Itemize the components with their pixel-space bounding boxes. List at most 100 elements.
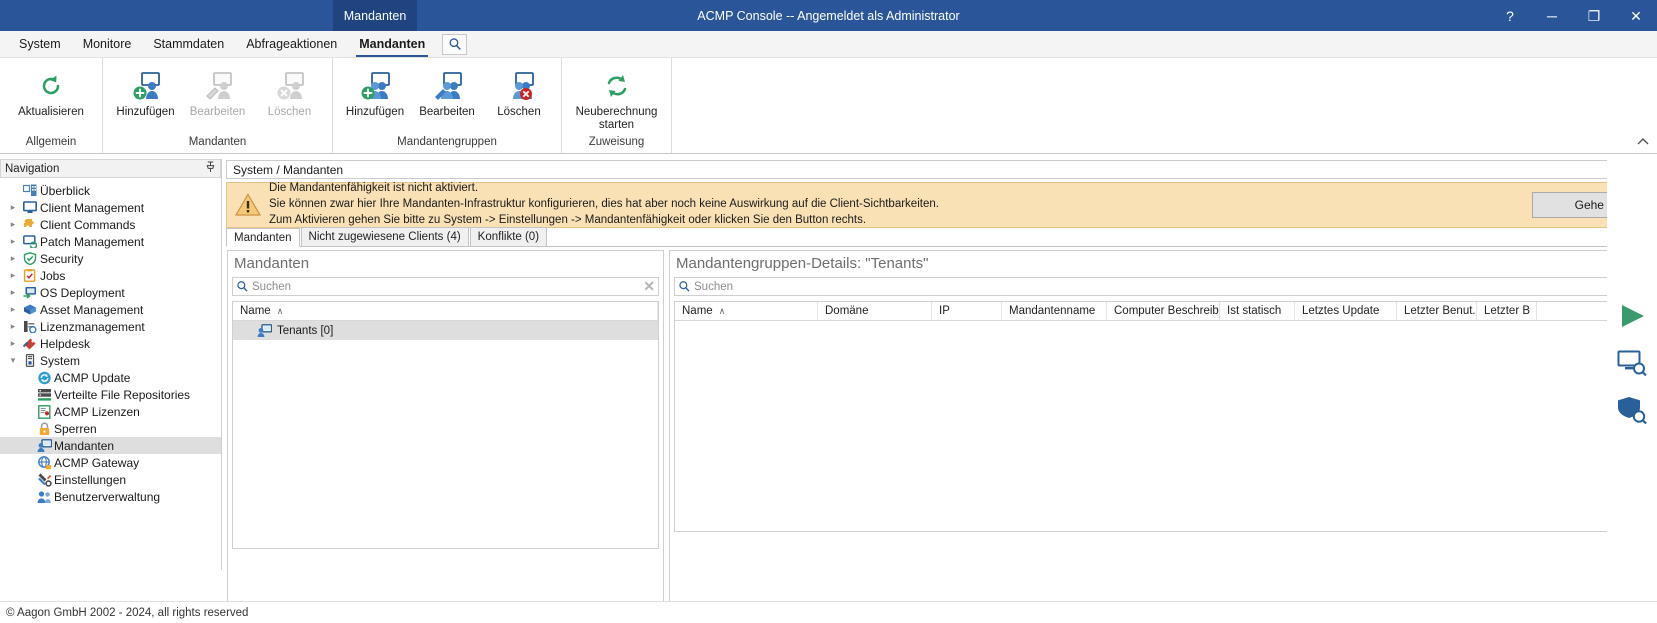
ribbon-button-aktualisieren[interactable]: Aktualisieren [15, 64, 87, 121]
nav-item-system[interactable]: ▾ System [0, 352, 221, 369]
chevron-up-icon [1637, 137, 1649, 146]
column-header-computer-beschreibung[interactable]: Computer Beschreib... [1107, 302, 1220, 320]
tab-nicht-zugewiesene-clients[interactable]: Nicht zugewiesene Clients (4) [301, 227, 469, 246]
nav-item-verteilte-file-repositories[interactable]: Verteilte File Repositories [0, 386, 221, 403]
menu-item-system[interactable]: System [8, 31, 72, 57]
nav-item-lizenzmanagement[interactable]: ▸ Lizenzmanagement [0, 318, 221, 335]
nav-item-acmp-gateway[interactable]: ACMP Gateway [0, 454, 221, 471]
mandanten-grid: Name ∧ Tenants [0] [232, 301, 659, 549]
chevron-right-icon[interactable]: ▸ [6, 321, 20, 332]
warning-line-2: Sie können zwar hier Ihre Mandanten-Infr… [269, 197, 939, 213]
navigation-tree: Überblick ▸ Client Management ▸ Client C… [0, 178, 221, 505]
side-action-toolbar [1607, 159, 1657, 570]
tab-strip: Mandanten Nicht zugewiesene Clients (4) … [226, 228, 1657, 247]
chevron-right-icon[interactable]: ▸ [6, 270, 20, 281]
nav-item-ueberblick[interactable]: Überblick [0, 182, 221, 199]
nav-label: Client Commands [40, 218, 135, 232]
ribbon-button-gruppe-bearbeiten[interactable]: Bearbeiten [411, 64, 483, 121]
nav-label: ACMP Update [54, 371, 130, 385]
column-header-name[interactable]: Name ∧ [675, 302, 818, 320]
nav-item-client-commands[interactable]: ▸ Client Commands [0, 216, 221, 233]
nav-label: Lizenzmanagement [40, 320, 145, 334]
ribbon-collapse-button[interactable] [1637, 137, 1649, 149]
table-row[interactable]: Tenants [0] [233, 321, 658, 340]
sort-ascending-icon: ∧ [719, 306, 726, 317]
client-details-button[interactable] [1614, 346, 1650, 380]
maximize-button[interactable]: ❐ [1573, 0, 1615, 31]
chevron-right-icon[interactable]: ▸ [6, 202, 20, 213]
close-button[interactable]: ✕ [1615, 0, 1657, 31]
pane-splitter[interactable] [665, 250, 668, 623]
nav-item-security[interactable]: ▸ Security [0, 250, 221, 267]
nav-item-sperren[interactable]: Sperren [0, 420, 221, 437]
chevron-right-icon[interactable]: ▸ [6, 338, 20, 349]
ribbon-button-mandant-hinzufuegen[interactable]: Hinzufügen [110, 64, 182, 121]
menu-item-mandanten[interactable]: Mandanten [348, 31, 436, 57]
nav-item-os-deployment[interactable]: ▸ OS Deployment [0, 284, 221, 301]
column-header-letztes-update[interactable]: Letztes Update [1295, 302, 1397, 320]
menu-search-button[interactable] [442, 34, 467, 55]
user-add-icon [130, 66, 162, 106]
details-search-placeholder: Suchen [694, 281, 733, 293]
column-label: IP [939, 305, 950, 317]
nav-item-asset-management[interactable]: ▸ Asset Management [0, 301, 221, 318]
nav-item-client-management[interactable]: ▸ Client Management [0, 199, 221, 216]
certificate-icon [34, 405, 54, 419]
chevron-right-icon[interactable]: ▸ [6, 253, 20, 264]
pin-icon[interactable] [205, 161, 216, 176]
menu-item-monitore[interactable]: Monitore [72, 31, 143, 57]
nav-label: OS Deployment [40, 286, 125, 300]
column-header-ist-statisch[interactable]: Ist statisch [1220, 302, 1295, 320]
chevron-right-icon[interactable]: ▸ [6, 287, 20, 298]
search-icon [678, 280, 691, 293]
ribbon-button-mandant-bearbeiten[interactable]: Bearbeiten [182, 64, 254, 121]
nav-item-jobs[interactable]: ▸ Jobs [0, 267, 221, 284]
chevron-right-icon[interactable]: ▸ [6, 236, 20, 247]
nav-item-benutzerverwaltung[interactable]: Benutzerverwaltung [0, 488, 221, 505]
menu-item-stammdaten[interactable]: Stammdaten [142, 31, 235, 57]
column-header-letzter-benutzer[interactable]: Letzter Benut... [1397, 302, 1477, 320]
sort-ascending-icon: ∧ [277, 306, 284, 317]
run-action-button[interactable] [1614, 299, 1650, 333]
nav-item-mandanten[interactable]: Mandanten [0, 437, 221, 454]
menu-item-abfrageaktionen[interactable]: Abfrageaktionen [235, 31, 348, 57]
clear-icon[interactable]: ✕ [643, 278, 655, 295]
column-header-ip[interactable]: IP [932, 302, 1002, 320]
chevron-right-icon[interactable]: ▸ [6, 304, 20, 315]
details-search-box[interactable]: Suchen ✕ [674, 277, 1657, 296]
ribbon-button-neuberechnung-starten[interactable]: Neuberechnung starten [568, 64, 666, 134]
column-header-domaene[interactable]: Domäne [818, 302, 932, 320]
nav-label: ACMP Lizenzen [54, 405, 140, 419]
ribbon-label-mandant-hinzufuegen: Hinzufügen [116, 106, 174, 119]
menu-bar: System Monitore Stammdaten Abfrageaktion… [0, 31, 1657, 58]
security-details-button[interactable] [1614, 393, 1650, 427]
ribbon-button-gruppe-hinzufuegen[interactable]: Hinzufügen [339, 64, 411, 121]
group-edit-icon [430, 66, 464, 106]
lock-icon [34, 422, 54, 436]
user-edit-icon [202, 66, 234, 106]
ribbon-button-mandant-loeschen[interactable]: Löschen [254, 64, 326, 121]
column-header-letzter-b[interactable]: Letzter B [1477, 302, 1537, 320]
nav-item-patch-management[interactable]: ▸ Patch Management [0, 233, 221, 250]
column-header-mandantenname[interactable]: Mandantenname [1002, 302, 1107, 320]
nav-item-helpdesk[interactable]: ▸ Helpdesk [0, 335, 221, 352]
help-button[interactable]: ? [1489, 0, 1531, 31]
nav-item-acmp-lizenzen[interactable]: ACMP Lizenzen [0, 403, 221, 420]
window-tab-mandanten[interactable]: Mandanten [333, 0, 417, 31]
tab-konflikte[interactable]: Konflikte (0) [470, 227, 547, 246]
tab-mandanten[interactable]: Mandanten [226, 228, 300, 247]
nav-item-acmp-update[interactable]: ACMP Update [0, 369, 221, 386]
minimize-button[interactable]: ─ [1531, 0, 1573, 31]
column-header-name[interactable]: Name ∧ [233, 302, 658, 320]
nav-item-einstellungen[interactable]: Einstellungen [0, 471, 221, 488]
navigation-header: Navigation [0, 159, 221, 178]
mandanten-search-box[interactable]: Suchen ✕ [232, 277, 659, 296]
nav-label: Überblick [40, 184, 90, 198]
ribbon-button-gruppe-loeschen[interactable]: Löschen [483, 64, 555, 121]
chevron-down-icon[interactable]: ▾ [6, 355, 20, 366]
group-delete-icon [502, 66, 536, 106]
client-search-icon [1617, 350, 1647, 376]
ribbon-group-mandanten: Hinzufügen Bearbeiten [103, 58, 333, 153]
refresh-icon [36, 66, 66, 106]
chevron-right-icon[interactable]: ▸ [6, 219, 20, 230]
